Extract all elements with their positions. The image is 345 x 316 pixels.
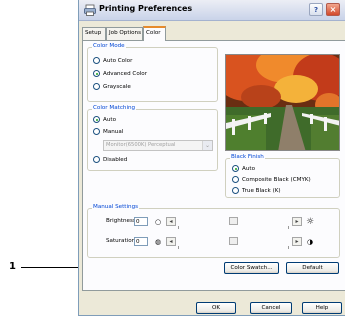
tab-setup[interactable]: Setup — [82, 27, 106, 40]
color-preview-image — [225, 54, 340, 151]
brightness-label: Brightness: — [106, 218, 138, 224]
radio-button[interactable] — [232, 187, 239, 194]
printer-icon — [84, 4, 96, 16]
close-button[interactable]: × — [326, 3, 340, 16]
saturation-label: Saturation: — [106, 238, 138, 244]
radio-label: Auto — [103, 116, 116, 123]
radio-grayscale[interactable]: Grayscale — [93, 83, 131, 90]
brightness-increase-button[interactable]: ▸ — [292, 217, 302, 226]
radio-button[interactable] — [93, 83, 100, 90]
radio-label: Disabled — [103, 156, 128, 163]
dropdown-value: Monitor(6500K) Perceptual — [106, 142, 176, 148]
radio-button[interactable] — [93, 70, 100, 77]
title-bar: Printing Preferences ? × — [79, 0, 345, 21]
black-finish-legend: Black Finish — [230, 154, 265, 160]
manual-settings-legend: Manual Settings — [92, 204, 140, 210]
high-saturation-icon: ◑ — [306, 238, 314, 246]
radio-composite-black[interactable]: Composite Black (CMYK) — [232, 176, 311, 183]
radio-button[interactable] — [232, 176, 239, 183]
radio-button[interactable] — [93, 156, 100, 163]
saturation-value-field[interactable]: 0 — [134, 237, 148, 246]
color-matching-legend: Color Matching — [92, 105, 137, 111]
help-button[interactable]: Help — [302, 302, 342, 314]
color-swatch-button[interactable]: Color Swatch... — [224, 262, 279, 274]
brightness-value-field[interactable]: 0 — [134, 217, 148, 226]
radio-matching-auto[interactable]: Auto — [93, 116, 116, 123]
color-mode-group: Color Mode Auto Color Advanced Color Gra… — [87, 43, 218, 102]
brightness-decrease-button[interactable]: ◂ — [166, 217, 176, 226]
color-profile-dropdown[interactable]: Monitor(6500K) Perceptual ⌄ — [103, 140, 213, 151]
radio-button[interactable] — [93, 128, 100, 135]
manual-settings-group: Manual Settings Brightness: 0 ○ ◂ ▸ ☼ Sa… — [87, 204, 340, 258]
radio-true-black[interactable]: True Black (K) — [232, 187, 281, 194]
cancel-button[interactable]: Cancel — [250, 302, 292, 314]
slider-tick — [288, 226, 289, 229]
radio-button[interactable] — [93, 116, 100, 123]
slider-tick — [288, 246, 289, 249]
radio-label: Advanced Color — [103, 70, 148, 77]
brightness-slider[interactable] — [176, 217, 291, 229]
brightness-slider-thumb[interactable] — [229, 217, 238, 225]
chevron-down-icon[interactable]: ⌄ — [202, 141, 212, 150]
black-finish-group: Black Finish Auto Composite Black (CMYK)… — [225, 154, 340, 198]
tab-job-options[interactable]: Job Options — [106, 27, 143, 40]
saturation-slider[interactable] — [176, 237, 291, 249]
radio-label: Grayscale — [103, 83, 131, 90]
default-button[interactable]: Default — [286, 262, 339, 274]
radio-matching-disabled[interactable]: Disabled — [93, 156, 127, 163]
saturation-decrease-button[interactable]: ◂ — [166, 237, 176, 246]
printing-preferences-dialog: Printing Preferences ? × Setup Job Optio… — [78, 0, 345, 316]
dim-sun-icon: ○ — [154, 218, 162, 226]
color-matching-group: Color Matching Auto Manual Monitor(6500K… — [87, 105, 218, 171]
color-tab-panel: Color Mode Auto Color Advanced Color Gra… — [82, 40, 345, 291]
radio-label: Auto — [242, 165, 255, 172]
radio-auto-color[interactable]: Auto Color — [93, 57, 132, 64]
radio-advanced-color[interactable]: Advanced Color — [93, 70, 147, 77]
saturation-increase-button[interactable]: ▸ — [292, 237, 302, 246]
radio-matching-manual[interactable]: Manual — [93, 128, 123, 135]
color-mode-legend: Color Mode — [92, 43, 126, 49]
radio-label: Auto Color — [103, 57, 133, 64]
autumn-road-photo — [226, 55, 339, 150]
radio-button[interactable] — [93, 57, 100, 64]
tab-color[interactable]: Color — [143, 26, 166, 41]
help-title-button[interactable]: ? — [309, 3, 323, 16]
window-title: Printing Preferences — [99, 4, 193, 13]
slider-tick — [178, 226, 179, 229]
callout-number: 1 — [9, 261, 16, 272]
slider-tick — [178, 246, 179, 249]
bright-sun-icon: ☼ — [306, 217, 315, 227]
radio-label: Composite Black (CMYK) — [242, 176, 311, 183]
ok-button[interactable]: OK — [196, 302, 236, 314]
radio-button[interactable] — [232, 165, 239, 172]
low-saturation-icon: ◍ — [154, 238, 162, 246]
radio-black-auto[interactable]: Auto — [232, 165, 255, 172]
saturation-slider-thumb[interactable] — [229, 237, 238, 245]
radio-label: Manual — [103, 128, 124, 135]
radio-label: True Black (K) — [242, 187, 281, 194]
